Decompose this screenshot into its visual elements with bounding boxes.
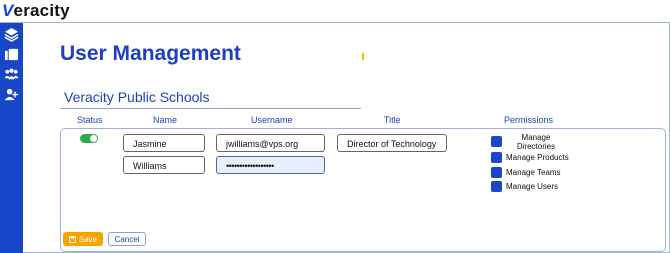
save-icon bbox=[68, 235, 76, 243]
permission-checkbox[interactable] bbox=[491, 181, 502, 192]
permission-label: Manage Directories bbox=[516, 133, 556, 151]
permission-checkbox[interactable] bbox=[491, 136, 502, 147]
last-name-field[interactable]: Williams bbox=[123, 156, 205, 174]
save-button[interactable]: Save bbox=[63, 232, 103, 246]
permission-checkbox[interactable] bbox=[491, 167, 502, 178]
text-cursor-marker bbox=[362, 53, 364, 60]
title-field[interactable]: Director of Technology bbox=[337, 134, 447, 152]
logo-text: eracity bbox=[13, 1, 70, 20]
page-title: User Management bbox=[60, 42, 241, 65]
layers-icon[interactable] bbox=[4, 27, 19, 42]
sidebar bbox=[0, 23, 23, 253]
copy-icon[interactable] bbox=[4, 47, 19, 62]
username-field[interactable]: jwilliams@vps.org bbox=[216, 134, 325, 152]
add-user-icon[interactable] bbox=[4, 87, 19, 102]
first-name-field[interactable]: Jasmine bbox=[123, 134, 205, 152]
permission-manage-teams[interactable]: Manage Teams bbox=[491, 167, 561, 178]
permission-manage-users[interactable]: Manage Users bbox=[491, 181, 558, 192]
column-header-username: Username bbox=[251, 115, 293, 125]
password-field[interactable]: •••••••••••••••••• bbox=[216, 156, 325, 174]
permission-label: Manage Teams bbox=[506, 168, 561, 177]
top-bar: Veracity bbox=[0, 0, 670, 23]
organization-divider bbox=[60, 108, 361, 109]
veracity-logo[interactable]: Veracity bbox=[2, 1, 70, 21]
group-icon[interactable] bbox=[4, 67, 19, 82]
permission-label: Manage Users bbox=[506, 182, 559, 191]
column-header-name: Name bbox=[153, 115, 178, 125]
organization-name: Veracity Public Schools bbox=[64, 89, 210, 105]
save-label: Save bbox=[78, 234, 98, 244]
permission-manage-products[interactable]: Manage Products bbox=[491, 152, 569, 163]
permission-label: Manage Products bbox=[506, 153, 569, 162]
status-toggle[interactable] bbox=[80, 134, 98, 143]
column-header-permissions: Permissions bbox=[504, 115, 554, 125]
logo-v: V bbox=[2, 1, 14, 20]
permission-checkbox[interactable] bbox=[491, 152, 502, 163]
column-header-status: Status bbox=[77, 115, 103, 125]
column-header-title: Title bbox=[384, 115, 401, 125]
toggle-knob bbox=[90, 135, 97, 142]
cancel-button[interactable]: Cancel bbox=[108, 232, 146, 246]
